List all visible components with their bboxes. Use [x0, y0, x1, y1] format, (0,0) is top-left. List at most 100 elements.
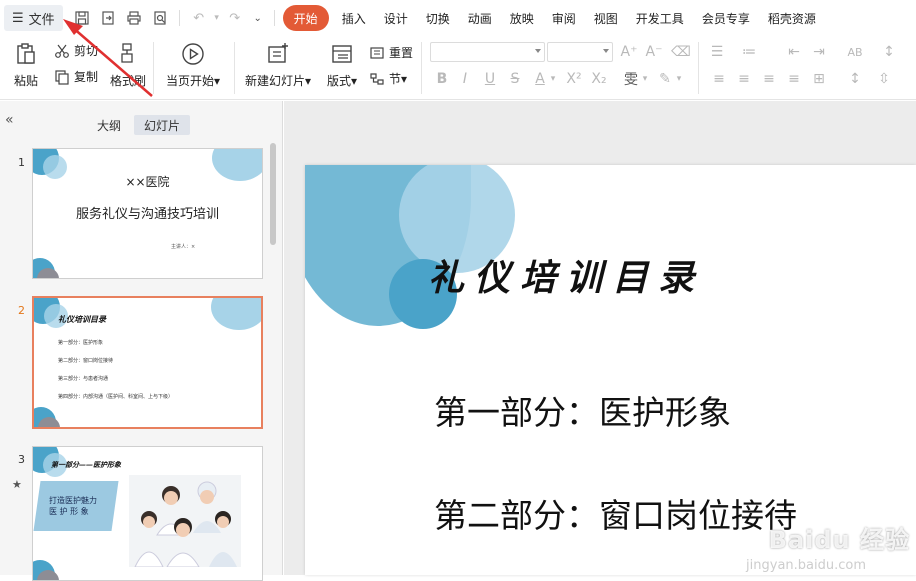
slide-thumbnail-2[interactable]: 礼仪培训目录 第一部分：医护形象 第二部分：窗口岗位接待 第三部分：与患者沟通 …: [32, 296, 263, 429]
strikethrough-icon[interactable]: S: [506, 70, 524, 88]
increase-indent-icon[interactable]: ⇥: [810, 43, 828, 61]
format-painter-button[interactable]: 格式刷: [110, 42, 146, 89]
underline-icon[interactable]: U: [481, 70, 499, 88]
align-right-icon[interactable]: ≡: [760, 70, 778, 88]
group-separator: [234, 42, 235, 94]
cut-button[interactable]: 剪切: [54, 42, 98, 59]
tab-transitions[interactable]: 切换: [417, 5, 459, 31]
tab-insert[interactable]: 插入: [333, 5, 375, 31]
distribute-icon[interactable]: ⊞: [810, 70, 828, 88]
tab-view[interactable]: 视图: [585, 5, 627, 31]
slide-thumbnail-3[interactable]: 第一部分——医护形象 打造医护魅力 医 护 形 象: [32, 446, 263, 581]
tab-label: 审阅: [551, 11, 576, 26]
reset-button[interactable]: 重置: [369, 44, 413, 61]
tab-label: 插入: [341, 11, 366, 26]
play-from-current-label: 当页开始▾: [166, 74, 221, 88]
decrease-indent-icon[interactable]: ⇤: [785, 43, 803, 61]
tab-design[interactable]: 设计: [375, 5, 417, 31]
thumb-box-text: 打造医护魅力 医 护 形 象: [49, 496, 97, 516]
panel-scrollbar[interactable]: [270, 143, 276, 245]
decrease-font-icon[interactable]: A⁻: [645, 43, 663, 61]
paste-label: 粘贴: [14, 74, 39, 88]
superscript-icon[interactable]: X²: [565, 70, 583, 88]
play-from-current-button[interactable]: 当页开始▾: [166, 42, 220, 89]
paste-button[interactable]: 粘贴: [14, 42, 38, 89]
tab-resources[interactable]: 稻壳资源: [759, 5, 825, 31]
bullet-list-icon[interactable]: ☰: [708, 43, 726, 61]
thumb-presenter: 主讲人：×: [171, 244, 196, 250]
print-icon[interactable]: [121, 5, 147, 31]
tab-label: 会员专享: [701, 11, 750, 26]
tab-outline-label: 大纲: [96, 118, 121, 133]
tab-home[interactable]: 开始: [282, 5, 329, 31]
slide-number: 1: [18, 156, 25, 169]
text-direction-icon[interactable]: AB: [846, 43, 864, 61]
reset-icon: [370, 46, 384, 59]
tab-label: 动画: [467, 11, 492, 26]
thumb-title: 第一部分——医护形象: [51, 461, 121, 469]
tab-member[interactable]: 会员专享: [693, 5, 759, 31]
export-icon[interactable]: [95, 5, 121, 31]
brush-icon: [121, 43, 133, 63]
tab-slideshow[interactable]: 放映: [501, 5, 543, 31]
thumb-title: 礼仪培训目录: [58, 315, 106, 324]
file-menu-button[interactable]: ☰ 文件: [4, 5, 63, 31]
slide-bullet[interactable]: 第一部分：医护形象: [434, 386, 731, 434]
line-spacing-icon[interactable]: ↕: [846, 70, 864, 88]
highlight-icon[interactable]: ✎: [656, 70, 674, 88]
chevron-down-icon[interactable]: ▾: [640, 70, 650, 88]
chevron-down-icon[interactable]: ▾: [548, 70, 558, 88]
cut-label: 剪切: [74, 44, 99, 58]
undo-dropdown-icon[interactable]: ▾: [212, 5, 222, 31]
staff-photo: [129, 475, 241, 568]
sort-icon[interactable]: ↕: [880, 43, 898, 61]
scissors-icon: [55, 44, 69, 58]
chevron-down-icon[interactable]: ▾: [674, 70, 684, 88]
bold-icon[interactable]: B: [433, 70, 451, 88]
italic-icon[interactable]: I: [456, 70, 474, 88]
layout-button[interactable]: 版式▾: [327, 42, 357, 89]
decor-circle: [37, 268, 59, 278]
redo-icon[interactable]: ↷: [222, 5, 248, 31]
new-slide-button[interactable]: 新建幻灯片▾: [245, 42, 311, 89]
align-left-icon[interactable]: ≡: [710, 70, 728, 88]
slide-bullet[interactable]: 第二部分：窗口岗位接待: [434, 489, 797, 537]
copy-icon: [55, 69, 69, 85]
group-separator: [698, 42, 699, 94]
tab-developer[interactable]: 开发工具: [627, 5, 693, 31]
copy-label: 复制: [74, 70, 99, 84]
tab-outline[interactable]: 大纲: [90, 115, 128, 135]
collapse-panel-icon[interactable]: «: [5, 112, 14, 128]
thumb-item: 第三部分：与患者沟通: [58, 376, 109, 382]
justify-icon[interactable]: ≡: [785, 70, 803, 88]
thumb-item: 第一部分：医护形象: [58, 340, 104, 346]
tab-review[interactable]: 审阅: [543, 5, 585, 31]
star-icon[interactable]: ★: [12, 478, 22, 491]
copy-button[interactable]: 复制: [54, 68, 98, 85]
font-color-icon[interactable]: A: [531, 70, 549, 88]
section-label: 节▾: [389, 72, 408, 86]
font-size-select[interactable]: [547, 42, 613, 62]
increase-font-icon[interactable]: A⁺: [620, 43, 638, 61]
font-family-select[interactable]: [430, 42, 545, 62]
undo-icon[interactable]: ↶: [186, 5, 212, 31]
tab-animation[interactable]: 动画: [459, 5, 501, 31]
thumb-title-line2: 服务礼仪与沟通技巧培训: [75, 207, 219, 222]
paragraph-spacing-icon[interactable]: ⇳: [875, 70, 893, 88]
tab-slides[interactable]: 幻灯片: [134, 115, 190, 135]
print-preview-icon[interactable]: [147, 5, 173, 31]
phonetic-icon[interactable]: 雯: [622, 70, 640, 88]
section-button[interactable]: 节▾: [369, 70, 407, 87]
slide-thumbnail-1[interactable]: ××医院 服务礼仪与沟通技巧培训 主讲人：×: [32, 148, 263, 279]
current-slide-canvas[interactable]: 礼仪培训目录 第一部分：医护形象 第二部分：窗口岗位接待: [305, 165, 916, 575]
align-center-icon[interactable]: ≡: [735, 70, 753, 88]
chevron-down-icon: [603, 49, 609, 53]
save-icon[interactable]: [69, 5, 95, 31]
numbered-list-icon[interactable]: ≔: [740, 43, 758, 61]
slide-title[interactable]: 礼仪培训目录: [428, 249, 704, 301]
clear-format-icon[interactable]: ⌫: [671, 43, 691, 61]
group-separator: [153, 42, 154, 94]
subscript-icon[interactable]: X₂: [590, 70, 608, 88]
ribbon-toolbar: 粘贴 剪切 复制 格式刷 当页开始▾ 新建幻灯片▾ 版式▾ 重置 节▾ A⁺ A…: [0, 36, 916, 100]
more-icon[interactable]: ⌄: [248, 5, 268, 31]
